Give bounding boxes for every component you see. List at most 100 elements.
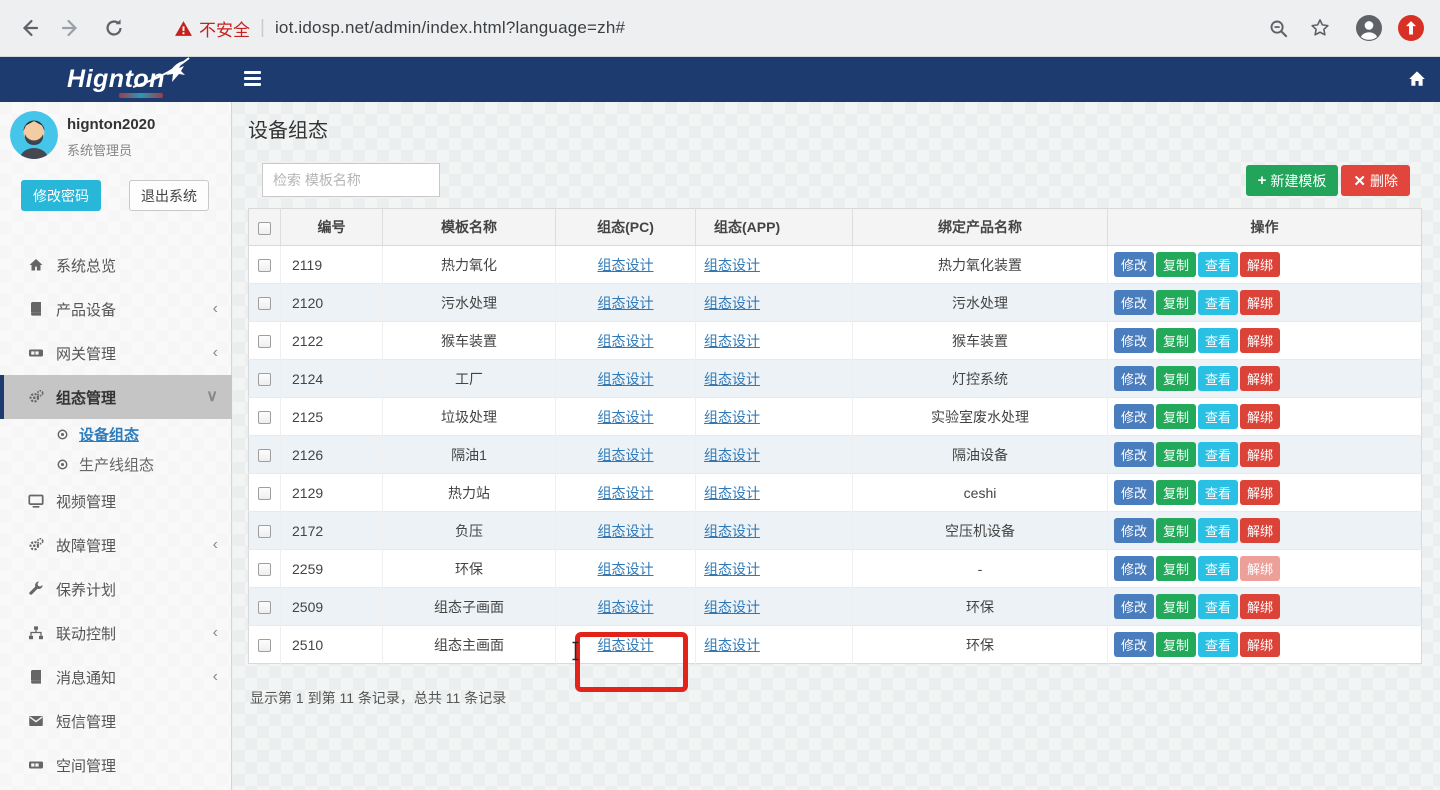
copy-button[interactable]: 复制	[1156, 252, 1196, 277]
view-button[interactable]: 查看	[1198, 252, 1238, 277]
pc-config-design-link[interactable]: 组态设计	[598, 637, 654, 653]
row-checkbox[interactable]	[258, 373, 271, 386]
sidebar-item-消息通知[interactable]: 消息通知‹	[0, 655, 232, 699]
app-config-design-link[interactable]: 组态设计	[704, 257, 760, 273]
view-button[interactable]: 查看	[1198, 328, 1238, 353]
app-config-design-link[interactable]: 组态设计	[704, 447, 760, 463]
menu-toggle-icon[interactable]	[244, 71, 261, 87]
zoom-out-icon[interactable]	[1269, 19, 1288, 38]
app-config-design-link[interactable]: 组态设计	[704, 409, 760, 425]
pc-config-design-link[interactable]: 组态设计	[598, 371, 654, 387]
back-icon[interactable]	[18, 17, 40, 39]
sidebar-item-网关管理[interactable]: 网关管理‹	[0, 331, 232, 375]
delete-button[interactable]: ✕删除	[1341, 165, 1410, 196]
browser-profile-icon[interactable]	[1356, 15, 1382, 41]
edit-button[interactable]: 修改	[1114, 556, 1154, 581]
search-input[interactable]	[262, 163, 440, 197]
sidebar-item-设备组态[interactable]: 设备组态	[0, 419, 232, 449]
pc-config-design-link[interactable]: 组态设计	[598, 561, 654, 577]
copy-button[interactable]: 复制	[1156, 366, 1196, 391]
view-button[interactable]: 查看	[1198, 366, 1238, 391]
unbind-button[interactable]: 解绑	[1240, 290, 1280, 315]
pc-config-design-link[interactable]: 组态设计	[598, 257, 654, 273]
copy-button[interactable]: 复制	[1156, 328, 1196, 353]
edit-button[interactable]: 修改	[1114, 366, 1154, 391]
bookmark-star-icon[interactable]	[1310, 18, 1330, 38]
unbind-button[interactable]: 解绑	[1240, 404, 1280, 429]
app-config-design-link[interactable]: 组态设计	[704, 561, 760, 577]
row-checkbox[interactable]	[258, 297, 271, 310]
sidebar-item-视频管理[interactable]: 视频管理	[0, 479, 232, 523]
new-template-button[interactable]: +新建模板	[1246, 165, 1339, 196]
refresh-icon[interactable]	[104, 18, 124, 38]
edit-button[interactable]: 修改	[1114, 328, 1154, 353]
edit-button[interactable]: 修改	[1114, 252, 1154, 277]
row-checkbox[interactable]	[258, 487, 271, 500]
copy-button[interactable]: 复制	[1156, 594, 1196, 619]
user-avatar[interactable]	[10, 111, 58, 159]
change-password-button[interactable]: 修改密码	[21, 180, 101, 211]
unbind-button[interactable]: 解绑	[1240, 556, 1280, 581]
copy-button[interactable]: 复制	[1156, 556, 1196, 581]
edit-button[interactable]: 修改	[1114, 404, 1154, 429]
sidebar-item-生产线组态[interactable]: 生产线组态	[0, 449, 232, 479]
browser-update-icon[interactable]	[1398, 15, 1424, 41]
row-checkbox[interactable]	[258, 639, 271, 652]
sidebar-item-故障管理[interactable]: 故障管理‹	[0, 523, 232, 567]
security-warning-icon[interactable]	[174, 20, 193, 37]
app-config-design-link[interactable]: 组态设计	[704, 637, 760, 653]
edit-button[interactable]: 修改	[1114, 290, 1154, 315]
pc-config-design-link[interactable]: 组态设计	[598, 523, 654, 539]
pc-config-design-link[interactable]: 组态设计	[598, 485, 654, 501]
unbind-button[interactable]: 解绑	[1240, 366, 1280, 391]
view-button[interactable]: 查看	[1198, 290, 1238, 315]
select-all-checkbox[interactable]	[258, 222, 271, 235]
row-checkbox[interactable]	[258, 259, 271, 272]
row-checkbox[interactable]	[258, 411, 271, 424]
unbind-button[interactable]: 解绑	[1240, 252, 1280, 277]
edit-button[interactable]: 修改	[1114, 594, 1154, 619]
sidebar-item-产品设备[interactable]: 产品设备‹	[0, 287, 232, 331]
pc-config-design-link[interactable]: 组态设计	[598, 333, 654, 349]
view-button[interactable]: 查看	[1198, 404, 1238, 429]
view-button[interactable]: 查看	[1198, 480, 1238, 505]
sidebar-item-空间管理[interactable]: 空间管理	[0, 743, 232, 787]
edit-button[interactable]: 修改	[1114, 518, 1154, 543]
pc-config-design-link[interactable]: 组态设计	[598, 295, 654, 311]
app-config-design-link[interactable]: 组态设计	[704, 371, 760, 387]
edit-button[interactable]: 修改	[1114, 442, 1154, 467]
copy-button[interactable]: 复制	[1156, 480, 1196, 505]
unbind-button[interactable]: 解绑	[1240, 328, 1280, 353]
copy-button[interactable]: 复制	[1156, 404, 1196, 429]
pc-config-design-link[interactable]: 组态设计	[598, 599, 654, 615]
home-icon[interactable]	[1408, 70, 1426, 93]
copy-button[interactable]: 复制	[1156, 290, 1196, 315]
row-checkbox[interactable]	[258, 563, 271, 576]
unbind-button[interactable]: 解绑	[1240, 442, 1280, 467]
app-config-design-link[interactable]: 组态设计	[704, 295, 760, 311]
sidebar-item-保养计划[interactable]: 保养计划	[0, 567, 232, 611]
sidebar-item-联动控制[interactable]: 联动控制‹	[0, 611, 232, 655]
edit-button[interactable]: 修改	[1114, 632, 1154, 657]
copy-button[interactable]: 复制	[1156, 518, 1196, 543]
unbind-button[interactable]: 解绑	[1240, 480, 1280, 505]
unbind-button[interactable]: 解绑	[1240, 594, 1280, 619]
row-checkbox[interactable]	[258, 601, 271, 614]
copy-button[interactable]: 复制	[1156, 442, 1196, 467]
view-button[interactable]: 查看	[1198, 556, 1238, 581]
copy-button[interactable]: 复制	[1156, 632, 1196, 657]
pc-config-design-link[interactable]: 组态设计	[598, 409, 654, 425]
sidebar-item-系统总览[interactable]: 系统总览	[0, 243, 232, 287]
forward-icon[interactable]	[60, 17, 82, 39]
sidebar-item-组态管理[interactable]: 组态管理∨	[0, 375, 232, 419]
pc-config-design-link[interactable]: 组态设计	[598, 447, 654, 463]
app-config-design-link[interactable]: 组态设计	[704, 333, 760, 349]
security-warning-label[interactable]: 不安全	[199, 16, 250, 41]
sidebar-item-短信管理[interactable]: 短信管理	[0, 699, 232, 743]
view-button[interactable]: 查看	[1198, 632, 1238, 657]
edit-button[interactable]: 修改	[1114, 480, 1154, 505]
url-bar[interactable]: iot.idosp.net/admin/index.html?language=…	[275, 18, 625, 38]
row-checkbox[interactable]	[258, 449, 271, 462]
view-button[interactable]: 查看	[1198, 594, 1238, 619]
row-checkbox[interactable]	[258, 525, 271, 538]
